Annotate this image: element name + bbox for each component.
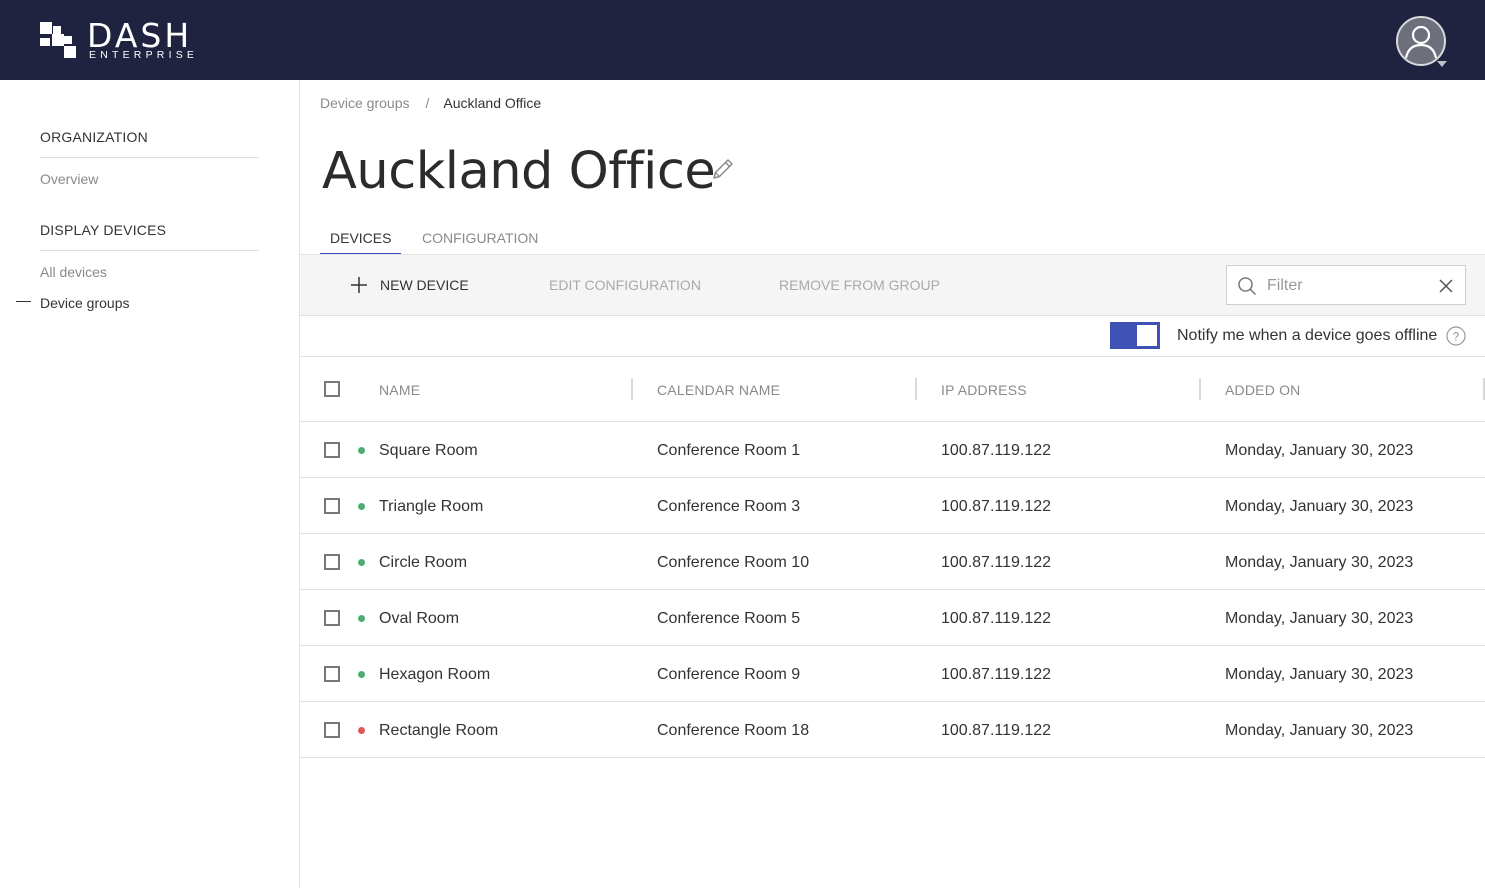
- tab-configuration[interactable]: CONFIGURATION: [422, 230, 538, 255]
- column-resize-handle[interactable]: [915, 378, 917, 400]
- ip-address: 100.87.119.122: [941, 442, 1052, 459]
- status-online-dot: [358, 447, 365, 454]
- added-on: Monday, January 30, 2023: [1225, 554, 1414, 571]
- device-name[interactable]: Square Room: [379, 442, 478, 460]
- tab-devices[interactable]: DEVICES: [320, 230, 402, 255]
- breadcrumb: Device groups / Auckland Office: [320, 95, 541, 111]
- remove-from-group-button[interactable]: REMOVE FROM GROUP: [779, 277, 940, 293]
- notify-row: Notify me when a device goes offline ?: [300, 316, 1485, 357]
- status-online-dot: [358, 503, 365, 510]
- device-name[interactable]: Circle Room: [379, 554, 467, 572]
- help-icon[interactable]: ?: [1446, 326, 1466, 346]
- table-row[interactable]: Triangle Room Conference Room 3 100.87.1…: [300, 478, 1485, 534]
- toggle-knob: [1137, 325, 1157, 346]
- status-online-dot: [358, 671, 365, 678]
- added-on: Monday, January 30, 2023: [1225, 666, 1414, 683]
- select-all-checkbox[interactable]: [324, 381, 340, 397]
- table-row[interactable]: Rectangle Room Conference Room 18 100.87…: [300, 702, 1485, 758]
- table-header: NAME CALENDAR NAME IP ADDRESS ADDED ON: [300, 357, 1485, 422]
- breadcrumb-device-groups[interactable]: Device groups: [320, 95, 410, 111]
- row-checkbox[interactable]: [324, 666, 340, 682]
- page-title: Auckland Office: [322, 142, 716, 201]
- chevron-down-icon[interactable]: [1437, 61, 1447, 67]
- breadcrumb-current: Auckland Office: [443, 95, 542, 111]
- plus-icon[interactable]: [350, 276, 368, 294]
- sidebar-heading-display-devices: DISPLAY DEVICES: [40, 222, 259, 251]
- calendar-name: Conference Room 1: [657, 442, 801, 459]
- column-resize-handle[interactable]: [1199, 378, 1201, 400]
- sidebar-item-all-devices[interactable]: All devices: [40, 264, 107, 280]
- row-checkbox[interactable]: [324, 554, 340, 570]
- ip-address: 100.87.119.122: [941, 498, 1052, 515]
- device-name[interactable]: Hexagon Room: [379, 666, 490, 684]
- new-device-button[interactable]: NEW DEVICE: [380, 277, 469, 293]
- table-row[interactable]: Oval Room Conference Room 5 100.87.119.1…: [300, 590, 1485, 646]
- status-online-dot: [358, 615, 365, 622]
- table-row[interactable]: Hexagon Room Conference Room 9 100.87.11…: [300, 646, 1485, 702]
- device-name[interactable]: Rectangle Room: [379, 722, 498, 740]
- table-row[interactable]: Circle Room Conference Room 10 100.87.11…: [300, 534, 1485, 590]
- added-on: Monday, January 30, 2023: [1225, 442, 1414, 459]
- filter-field[interactable]: [1226, 265, 1466, 305]
- device-name[interactable]: Oval Room: [379, 610, 459, 628]
- status-online-dot: [358, 559, 365, 566]
- sidebar-heading-organization: ORGANIZATION: [40, 129, 259, 158]
- active-indicator: [16, 301, 31, 302]
- toolbar: NEW DEVICE EDIT CONFIGURATION REMOVE FRO…: [300, 254, 1485, 316]
- calendar-name: Conference Room 10: [657, 554, 810, 571]
- search-icon: [1237, 276, 1257, 296]
- dash-enterprise-logo[interactable]: DASH ENTERPRISE: [40, 17, 200, 62]
- row-checkbox[interactable]: [324, 442, 340, 458]
- calendar-name: Conference Room 18: [657, 722, 810, 739]
- column-header-calendar-name[interactable]: CALENDAR NAME: [657, 382, 780, 398]
- checker-logo-icon: [40, 22, 76, 58]
- table-row[interactable]: Square Room Conference Room 1 100.87.119…: [300, 422, 1485, 478]
- sidebar-item-overview[interactable]: Overview: [40, 171, 98, 187]
- pencil-edit-icon[interactable]: [710, 156, 736, 182]
- sidebar: ORGANIZATION Overview DISPLAY DEVICES Al…: [0, 80, 300, 888]
- brand-subtitle: ENTERPRISE: [89, 49, 199, 61]
- column-header-added-on[interactable]: ADDED ON: [1225, 382, 1301, 398]
- column-header-ip-address[interactable]: IP ADDRESS: [941, 382, 1027, 398]
- added-on: Monday, January 30, 2023: [1225, 498, 1414, 515]
- ip-address: 100.87.119.122: [941, 610, 1052, 627]
- calendar-name: Conference Room 9: [657, 666, 801, 683]
- breadcrumb-separator: /: [425, 95, 430, 111]
- row-checkbox[interactable]: [324, 722, 340, 738]
- added-on: Monday, January 30, 2023: [1225, 610, 1414, 627]
- top-bar: DASH ENTERPRISE: [0, 0, 1485, 80]
- row-checkbox[interactable]: [324, 610, 340, 626]
- column-header-name[interactable]: NAME: [379, 382, 420, 398]
- sidebar-item-device-groups[interactable]: Device groups: [40, 295, 130, 311]
- device-name[interactable]: Triangle Room: [379, 498, 483, 516]
- filter-input[interactable]: [1267, 275, 1427, 297]
- row-checkbox[interactable]: [324, 498, 340, 514]
- edit-configuration-button[interactable]: EDIT CONFIGURATION: [549, 277, 701, 293]
- status-offline-dot: [358, 727, 365, 734]
- calendar-name: Conference Room 3: [657, 498, 801, 515]
- tab-bar: DEVICES CONFIGURATION: [300, 222, 1485, 255]
- ip-address: 100.87.119.122: [941, 666, 1052, 683]
- added-on: Monday, January 30, 2023: [1225, 722, 1414, 739]
- notify-label: Notify me when a device goes offline: [1177, 327, 1438, 344]
- svg-text:?: ?: [1453, 330, 1460, 344]
- column-resize-handle[interactable]: [631, 378, 633, 400]
- calendar-name: Conference Room 5: [657, 610, 801, 627]
- close-icon[interactable]: [1437, 277, 1455, 295]
- ip-address: 100.87.119.122: [941, 554, 1052, 571]
- ip-address: 100.87.119.122: [941, 722, 1052, 739]
- user-avatar-icon[interactable]: [1396, 16, 1446, 66]
- notify-toggle[interactable]: [1110, 322, 1160, 349]
